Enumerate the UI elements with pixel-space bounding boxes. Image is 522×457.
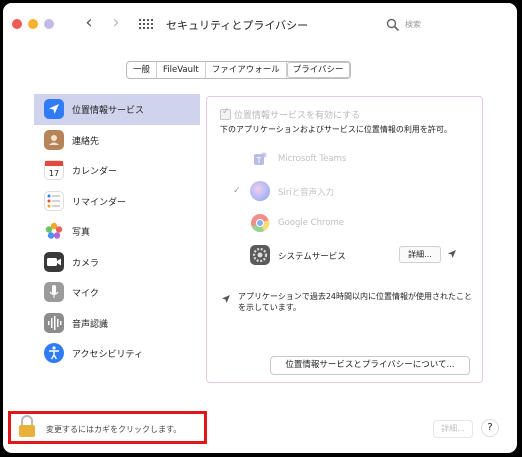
forward-arrow-icon[interactable]: › <box>107 13 125 35</box>
sidebar-item-label: マイク <box>72 289 99 299</box>
list-item[interactable]: ✓ Siriと音声入力 <box>207 176 482 208</box>
show-all-grid-icon[interactable] <box>139 19 153 31</box>
app-name: Siriと音声入力 <box>278 188 335 198</box>
sidebar-item-label: 連絡先 <box>72 136 100 147</box>
zoom-window-button[interactable] <box>44 19 54 29</box>
tab-privacy[interactable]: プライバシー <box>286 62 350 78</box>
microphone-icon <box>44 282 64 302</box>
sidebar-item-photos[interactable]: 写真 <box>34 216 200 247</box>
contacts-book-icon <box>44 129 64 150</box>
window-title: セキュリティとプライバシー <box>166 19 309 32</box>
recent-use-note: アプリケーションで過去24時間以内に位置情報が使用されたことを示しています。 <box>238 292 473 312</box>
app-name: システムサービス <box>278 252 346 262</box>
lock-instruction-text: 変更するにはカギをクリックします。 <box>46 425 182 434</box>
reminders-list-icon <box>44 190 64 211</box>
close-window-button[interactable] <box>12 19 22 29</box>
enable-location-checkbox[interactable] <box>220 107 231 120</box>
sidebar-item-calendar[interactable]: 17 カレンダー <box>34 155 200 186</box>
title-bar: ‹ › セキュリティとプライバシー 検索 <box>3 3 517 43</box>
sidebar-item-camera[interactable]: カメラ <box>34 247 200 278</box>
sidebar-item-label: 写真 <box>72 228 91 238</box>
sidebar-item-label: カメラ <box>72 258 100 269</box>
photos-flower-icon <box>44 221 64 241</box>
tab-general[interactable]: 一般 <box>127 62 158 78</box>
location-arrow-icon <box>44 99 64 119</box>
enable-location-label: 位置情報サービスを有効にする <box>234 111 361 121</box>
chrome-icon <box>250 213 270 233</box>
teams-icon: T <box>250 149 270 169</box>
calendar-badge: 17 <box>49 169 59 178</box>
tab-firewall[interactable]: ファイアウォール <box>206 62 287 78</box>
svg-text:T: T <box>256 156 262 165</box>
search-placeholder: 検索 <box>405 20 421 29</box>
lock-icon[interactable] <box>16 415 38 439</box>
list-item[interactable]: T Microsoft Teams <box>207 144 482 176</box>
advanced-button[interactable]: 詳細... <box>433 420 473 438</box>
siri-icon <box>250 181 270 201</box>
sidebar-item-accessibility[interactable]: アクセシビリティ <box>34 338 200 369</box>
location-services-panel: 位置情報サービスを有効にする 下のアプリケーションおよびサービスに位置情報の利用… <box>206 96 483 383</box>
tab-filevault[interactable]: FileVault <box>157 62 206 78</box>
sidebar-item-speech-recognition[interactable]: 音声認識 <box>34 308 200 339</box>
location-arrow-icon <box>448 250 456 258</box>
sidebar-item-label: 音声認識 <box>72 319 109 330</box>
gear-icon <box>250 245 270 265</box>
sidebar-item-microphone[interactable]: マイク <box>34 277 200 308</box>
calendar-icon: 17 <box>44 160 64 180</box>
system-services-detail-button[interactable]: 詳細... <box>399 246 441 263</box>
sidebar-item-contacts[interactable]: 連絡先 <box>34 125 200 156</box>
sidebar-item-label: リマインダー <box>72 197 127 208</box>
app-name: Microsoft Teams <box>278 154 347 164</box>
checkmark-icon[interactable]: ✓ <box>233 186 241 196</box>
help-button[interactable]: ? <box>481 419 499 437</box>
accessibility-figure-icon <box>44 343 64 363</box>
app-list: T Microsoft Teams ✓ Siriと音声入力 Google Chr… <box>207 144 482 272</box>
sidebar-item-label: 位置情報サービス <box>72 106 145 116</box>
camera-icon <box>44 251 64 272</box>
back-arrow-icon[interactable]: ‹ <box>80 13 98 35</box>
list-item[interactable]: システムサービス 詳細... <box>207 240 482 272</box>
sidebar-item-location[interactable]: 位置情報サービス <box>34 94 200 125</box>
search-field[interactable]: 検索 <box>383 16 475 34</box>
sidebar-item-label: アクセシビリティ <box>72 350 144 360</box>
waveform-icon <box>44 312 64 333</box>
sidebar-item-reminders[interactable]: リマインダー <box>34 186 200 217</box>
search-icon <box>386 18 400 32</box>
tab-bar: 一般 FileVault ファイアウォール プライバシー <box>126 61 351 79</box>
location-description: 下のアプリケーションおよびサービスに位置情報の利用を許可。 <box>220 125 452 134</box>
list-item[interactable]: Google Chrome <box>207 208 482 240</box>
minimize-window-button[interactable] <box>28 19 38 29</box>
app-name: Google Chrome <box>278 218 345 228</box>
sidebar-item-label: カレンダー <box>72 167 118 177</box>
privacy-sidebar: 位置情報サービス 連絡先 17 カレンダー リマインダー 写真 カメラ マイク … <box>34 94 200 369</box>
location-arrow-icon <box>222 295 230 303</box>
about-location-privacy-button[interactable]: 位置情報サービスとプライバシーについて... <box>270 356 470 375</box>
